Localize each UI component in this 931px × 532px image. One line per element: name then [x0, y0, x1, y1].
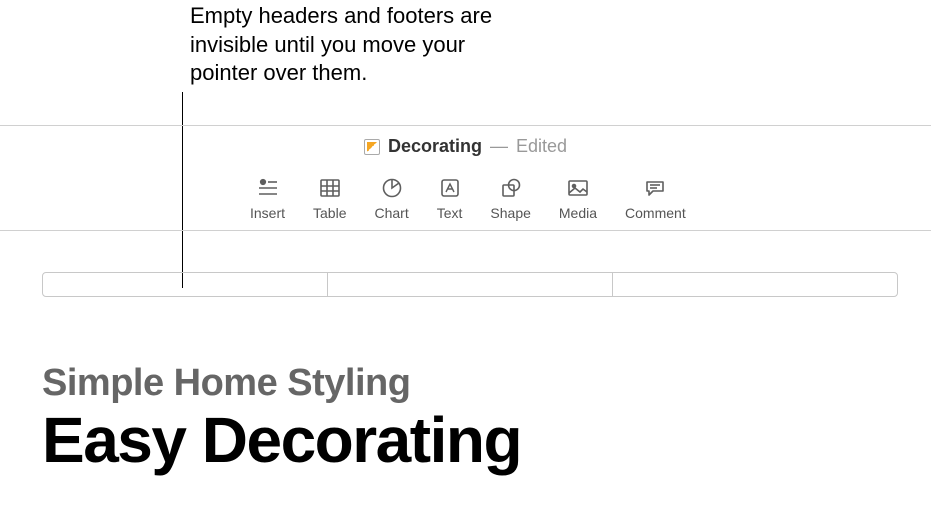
text-button[interactable]: Text [423, 169, 477, 229]
table-icon [319, 177, 341, 199]
document-subtitle[interactable]: Simple Home Styling [42, 362, 521, 405]
table-label: Table [313, 205, 346, 221]
insert-label: Insert [250, 205, 285, 221]
titlebar-separator: — [490, 136, 508, 157]
media-label: Media [559, 205, 597, 221]
document-status: Edited [516, 136, 567, 157]
shape-label: Shape [490, 205, 530, 221]
header-cell-center[interactable] [328, 273, 613, 296]
comment-icon [644, 177, 666, 199]
chart-icon [381, 177, 403, 199]
header-cell-left[interactable] [43, 273, 328, 296]
text-label: Text [437, 205, 463, 221]
media-icon [567, 177, 589, 199]
toolbar: Insert Table Chart [0, 167, 931, 231]
insert-icon [257, 177, 279, 199]
document-title[interactable]: Easy Decorating [42, 405, 521, 475]
table-button[interactable]: Table [299, 169, 360, 229]
shape-button[interactable]: Shape [476, 169, 544, 229]
window-titlebar: Decorating — Edited [0, 125, 931, 167]
chart-button[interactable]: Chart [360, 169, 422, 229]
callout-text: Empty headers and footers are invisible … [190, 2, 520, 88]
document-body[interactable]: Simple Home Styling Easy Decorating [42, 362, 521, 475]
media-button[interactable]: Media [545, 169, 611, 229]
comment-button[interactable]: Comment [611, 169, 700, 229]
shape-icon [500, 177, 522, 199]
document-name[interactable]: Decorating [388, 136, 482, 157]
comment-label: Comment [625, 205, 686, 221]
header-fields [42, 272, 898, 297]
insert-button[interactable]: Insert [236, 169, 299, 229]
text-icon [439, 177, 461, 199]
document-icon [364, 139, 380, 155]
header-cell-right[interactable] [613, 273, 897, 296]
chart-label: Chart [374, 205, 408, 221]
